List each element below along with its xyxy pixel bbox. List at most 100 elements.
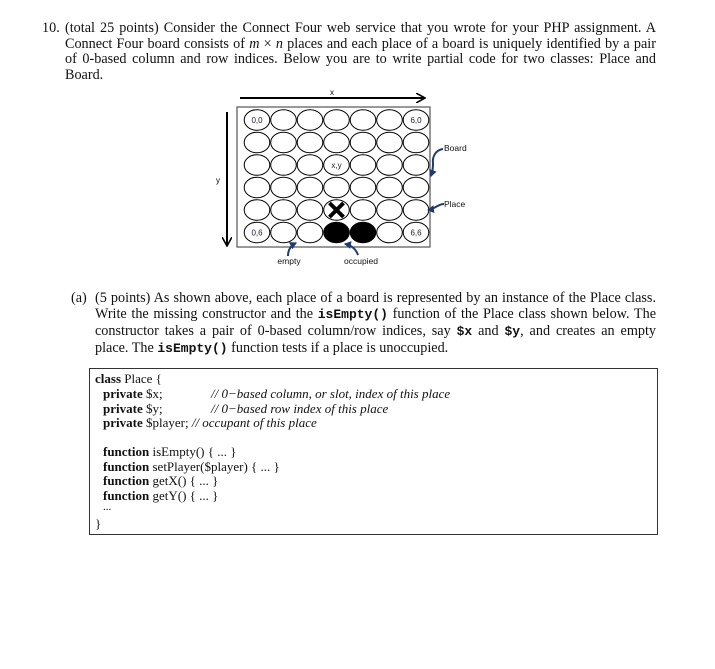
place-empty bbox=[323, 109, 350, 131]
text-segment: and bbox=[472, 323, 505, 339]
place-circle bbox=[349, 176, 377, 199]
place-circle bbox=[243, 199, 271, 221]
place-empty bbox=[296, 221, 324, 244]
place-circle bbox=[296, 154, 324, 176]
code-ellipsis: ... bbox=[103, 501, 112, 513]
place-empty bbox=[270, 199, 297, 221]
code-listing: class Place { private $x;// 0−based colu… bbox=[89, 368, 658, 535]
place-empty bbox=[349, 154, 377, 176]
place-empty bbox=[296, 199, 324, 221]
place-circle bbox=[270, 109, 297, 131]
place-coordinate-label: 6,6 bbox=[410, 229, 422, 238]
place-empty bbox=[376, 221, 403, 244]
place-empty bbox=[270, 109, 297, 131]
place-circle bbox=[296, 176, 324, 199]
text-segment: function tests if a place is unoccupied. bbox=[227, 340, 449, 356]
place-coordinate-label: 6,0 bbox=[410, 116, 422, 125]
function-getX: function getX() { ... } bbox=[103, 473, 219, 488]
place-circle bbox=[270, 131, 297, 154]
place-circle bbox=[270, 221, 297, 244]
connect-four-diagram: x y 0,0 6,0 x,y 0,6 6,6 Board Place empty oc… bbox=[216, 88, 467, 266]
place-coordinate-label: 0,6 bbox=[251, 229, 263, 238]
place-circle bbox=[349, 154, 377, 176]
place-circle bbox=[323, 131, 350, 154]
board-callout-arrow bbox=[429, 148, 444, 177]
place-circle bbox=[402, 199, 430, 221]
place-circle bbox=[296, 109, 324, 131]
place-circle bbox=[402, 131, 430, 154]
part-a: (a) (5 points) As shown above, each plac… bbox=[71, 290, 656, 357]
field-y: private $y;// 0−based row index of this … bbox=[103, 400, 389, 416]
place-coordinate-label: x,y bbox=[331, 161, 341, 170]
class-declaration: class Place { bbox=[95, 371, 162, 386]
place-circle bbox=[296, 221, 324, 244]
place-empty: 6,6 bbox=[402, 221, 430, 244]
place-circle bbox=[376, 221, 403, 244]
place-circle bbox=[376, 199, 403, 221]
place-circle bbox=[376, 154, 403, 176]
place-occupied bbox=[349, 221, 377, 244]
place-empty bbox=[243, 176, 271, 199]
place-empty bbox=[376, 176, 403, 199]
place-circle bbox=[349, 131, 377, 154]
place-empty bbox=[296, 109, 324, 131]
place-circle bbox=[243, 131, 271, 154]
place-empty bbox=[270, 154, 297, 176]
place-empty bbox=[402, 131, 430, 154]
y-axis-label: y bbox=[216, 176, 220, 185]
place-circle bbox=[243, 176, 271, 199]
field-player: private $player; // occupant of this pla… bbox=[103, 415, 317, 430]
inline-code: isEmpty() bbox=[317, 307, 388, 322]
place-empty bbox=[323, 131, 350, 154]
place-empty: x,y bbox=[323, 154, 350, 176]
place-occupied bbox=[323, 221, 350, 244]
place-circle bbox=[376, 131, 403, 154]
place-empty bbox=[376, 109, 403, 131]
place-empty: 0,6 bbox=[243, 221, 271, 244]
x-axis-label: x bbox=[330, 88, 334, 97]
place-empty: 6,0 bbox=[402, 109, 430, 131]
place-circle bbox=[349, 221, 377, 244]
occupied-callout-label: occupied bbox=[344, 256, 378, 266]
place-empty bbox=[296, 176, 324, 199]
field-x: private $x;// 0−based column, or slot, i… bbox=[103, 386, 451, 401]
place-circle bbox=[349, 199, 377, 221]
place-circle bbox=[323, 109, 350, 131]
place-empty bbox=[243, 131, 271, 154]
place-empty bbox=[402, 154, 430, 176]
place-empty bbox=[376, 154, 403, 176]
place-marked bbox=[323, 199, 350, 221]
place-empty bbox=[349, 131, 377, 154]
place-empty bbox=[296, 154, 324, 176]
inline-code: isEmpty() bbox=[157, 341, 228, 356]
inline-code: $x bbox=[456, 324, 473, 339]
place-circle bbox=[402, 176, 430, 199]
empty-callout-label: empty bbox=[277, 256, 301, 266]
part-a-label: (a) bbox=[71, 290, 87, 306]
board-callout-label: Board bbox=[444, 143, 467, 153]
place-empty bbox=[270, 176, 297, 199]
place-callout-label: Place bbox=[444, 199, 466, 209]
place-empty: 0,0 bbox=[243, 109, 271, 131]
class-closing-brace: } bbox=[95, 516, 102, 531]
part-a-text: (5 points) As shown above, each place of… bbox=[95, 290, 656, 357]
place-circle bbox=[270, 199, 297, 221]
place-empty bbox=[243, 199, 271, 221]
place-empty bbox=[296, 131, 324, 154]
place-empty bbox=[349, 199, 377, 221]
place-coordinate-label: 0,0 bbox=[251, 116, 263, 125]
place-circle bbox=[296, 131, 324, 154]
place-circle bbox=[376, 176, 403, 199]
place-circle bbox=[270, 154, 297, 176]
place-empty bbox=[376, 131, 403, 154]
place-circle bbox=[349, 109, 377, 131]
place-empty bbox=[402, 176, 430, 199]
place-circle bbox=[323, 176, 350, 199]
place-empty bbox=[402, 199, 430, 221]
function-setPlayer: function setPlayer($player) { ... } bbox=[103, 458, 280, 474]
place-empty bbox=[349, 109, 377, 131]
inline-code: $y bbox=[504, 324, 521, 339]
place-empty bbox=[349, 176, 377, 199]
place-circle bbox=[376, 109, 403, 131]
function-getY: function getY() { ... } bbox=[103, 487, 219, 503]
